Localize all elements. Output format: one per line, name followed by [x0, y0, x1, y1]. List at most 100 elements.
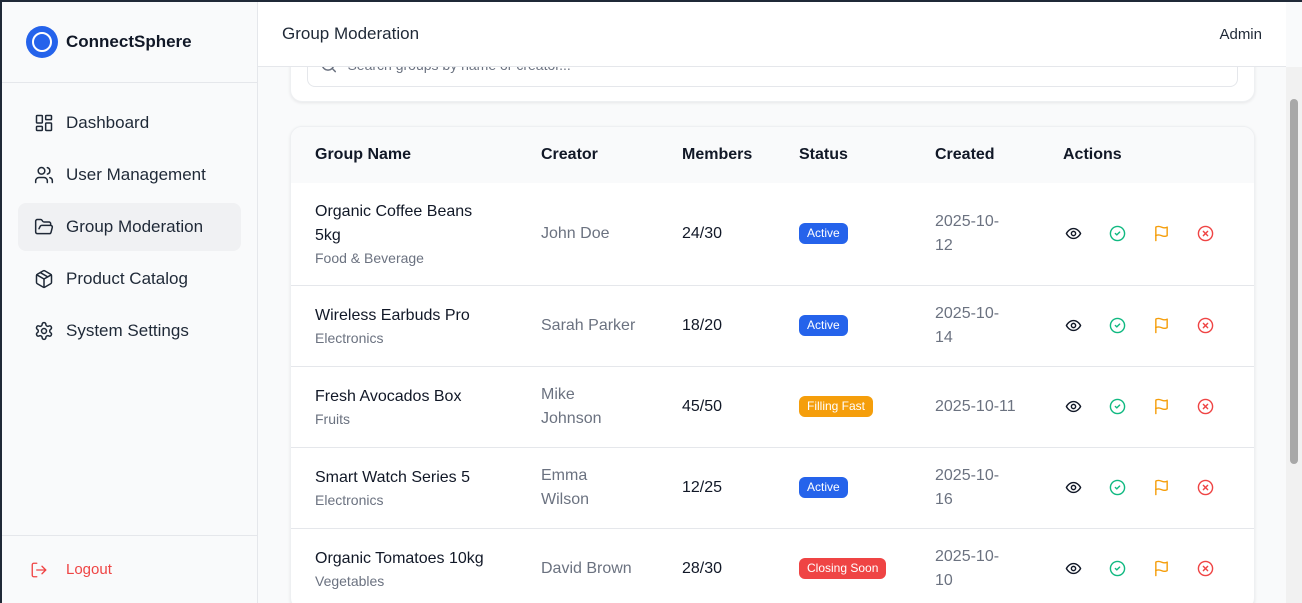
scrollbar[interactable]: [1286, 67, 1302, 603]
view-button[interactable]: [1063, 478, 1083, 498]
status-badge: Active: [799, 223, 848, 245]
x-circle-icon: [1197, 317, 1213, 334]
flag-icon: [1154, 317, 1168, 334]
group-created-date: 2025-10-10: [935, 547, 1000, 589]
table-row: Fresh Avocados Box Fruits Mike Johnson 4…: [291, 366, 1254, 447]
group-name: Organic Coffee Beans 5kg: [315, 202, 473, 244]
reject-button[interactable]: [1195, 397, 1215, 417]
sidebar-item-dashboard[interactable]: Dashboard: [18, 99, 241, 147]
x-circle-icon: [1197, 398, 1213, 415]
view-button[interactable]: [1063, 316, 1083, 336]
flag-button[interactable]: [1151, 397, 1171, 417]
check-circle-icon: [1109, 560, 1125, 577]
group-creator: Mike Johnson: [541, 385, 602, 427]
logout-button[interactable]: Logout: [2, 535, 257, 603]
column-header-created[interactable]: Created: [911, 127, 1039, 183]
eye-icon: [1065, 228, 1081, 240]
dashboard-icon: [35, 114, 53, 132]
column-header-group-name[interactable]: Group Name: [291, 127, 517, 183]
eye-icon: [1065, 563, 1081, 575]
user-menu[interactable]: Admin: [1219, 26, 1262, 43]
row-actions: [1063, 478, 1254, 498]
sidebar-item-label: Dashboard: [66, 113, 150, 132]
row-actions: [1063, 316, 1254, 336]
check-circle-icon: [1109, 479, 1125, 496]
check-circle-icon: [1109, 225, 1125, 242]
flag-icon: [1154, 479, 1168, 496]
sidebar-item-label: Product Catalog: [66, 269, 188, 288]
brand-logo-icon: [26, 26, 58, 58]
approve-button[interactable]: [1107, 316, 1127, 336]
sidebar: ConnectSphere Dashboard User Management …: [2, 2, 258, 603]
flag-icon: [1154, 398, 1168, 415]
group-category: Electronics: [315, 329, 384, 346]
folder-open-icon: [34, 218, 54, 235]
table-row: Smart Watch Series 5 Electronics Emma Wi…: [291, 447, 1254, 528]
brand[interactable]: ConnectSphere: [2, 2, 257, 83]
table-row: Organic Tomatoes 10kg Vegetables David B…: [291, 528, 1254, 603]
approve-button[interactable]: [1107, 224, 1127, 244]
sidebar-item-system-settings[interactable]: System Settings: [18, 307, 241, 355]
check-circle-icon: [1109, 317, 1125, 334]
sidebar-item-label: User Management: [66, 165, 206, 184]
eye-icon: [1065, 481, 1081, 494]
view-button[interactable]: [1063, 224, 1083, 244]
row-actions: [1063, 224, 1254, 244]
reject-button[interactable]: [1195, 559, 1215, 579]
reject-button[interactable]: [1195, 478, 1215, 498]
flag-button[interactable]: [1151, 478, 1171, 498]
group-created-date: 2025-10-16: [935, 466, 1000, 508]
column-header-status[interactable]: Status: [775, 127, 911, 183]
flag-button[interactable]: [1151, 559, 1171, 579]
group-creator: David Brown: [541, 559, 632, 577]
status-badge: Active: [799, 315, 848, 336]
view-button[interactable]: [1063, 397, 1083, 417]
status-badge: Active: [799, 477, 848, 498]
view-button[interactable]: [1063, 559, 1083, 579]
brand-name: ConnectSphere: [66, 32, 192, 51]
flag-icon: [1154, 225, 1168, 242]
group-category: Vegetables: [315, 572, 385, 589]
logout-label: Logout: [66, 561, 112, 578]
group-name: Fresh Avocados Box: [315, 387, 462, 405]
flag-button[interactable]: [1151, 224, 1171, 244]
table-row: Wireless Earbuds Pro Electronics Sarah P…: [291, 285, 1254, 366]
sidebar-item-product-catalog[interactable]: Product Catalog: [18, 255, 241, 303]
column-header-creator[interactable]: Creator: [517, 127, 658, 183]
logout-icon: [31, 562, 47, 577]
approve-button[interactable]: [1107, 397, 1127, 417]
app-window: ConnectSphere Dashboard User Management …: [2, 2, 1302, 603]
main-area: Group Name Creator Members Status Create…: [258, 2, 1302, 603]
row-actions: [1063, 559, 1254, 579]
group-created-date: 2025-10-12: [935, 212, 1000, 254]
group-members: 24/30: [682, 224, 723, 242]
status-badge: Closing Soon: [799, 558, 887, 580]
sidebar-nav: Dashboard User Management Group Moderati…: [2, 83, 257, 355]
group-name: Organic Tomatoes 10kg: [315, 549, 484, 567]
flag-icon: [1154, 560, 1168, 577]
page-title: Group Moderation: [282, 24, 420, 43]
group-creator: Sarah Parker: [541, 316, 636, 334]
reject-button[interactable]: [1195, 224, 1215, 244]
table-row: Organic Coffee Beans 5kg Food & Beverage…: [291, 183, 1254, 285]
column-header-members[interactable]: Members: [658, 127, 775, 183]
row-actions: [1063, 397, 1254, 417]
reject-button[interactable]: [1195, 316, 1215, 336]
sidebar-item-group-moderation[interactable]: Group Moderation: [18, 203, 241, 251]
scrollbar-thumb[interactable]: [1290, 99, 1298, 464]
approve-button[interactable]: [1107, 478, 1127, 498]
flag-button[interactable]: [1151, 316, 1171, 336]
group-creator: John Doe: [541, 224, 610, 242]
group-members: 28/30: [682, 559, 723, 577]
group-members: 12/25: [682, 478, 723, 496]
groups-table-card: Group Name Creator Members Status Create…: [290, 126, 1255, 603]
sidebar-item-label: System Settings: [66, 321, 189, 340]
approve-button[interactable]: [1107, 559, 1127, 579]
sidebar-item-user-management[interactable]: User Management: [18, 151, 241, 199]
group-category: Fruits: [315, 410, 350, 427]
gear-icon: [35, 321, 53, 341]
status-badge: Filling Fast: [799, 396, 874, 417]
x-circle-icon: [1197, 225, 1213, 242]
group-name: Wireless Earbuds Pro: [315, 306, 470, 324]
group-category: Food & Beverage: [315, 249, 424, 266]
